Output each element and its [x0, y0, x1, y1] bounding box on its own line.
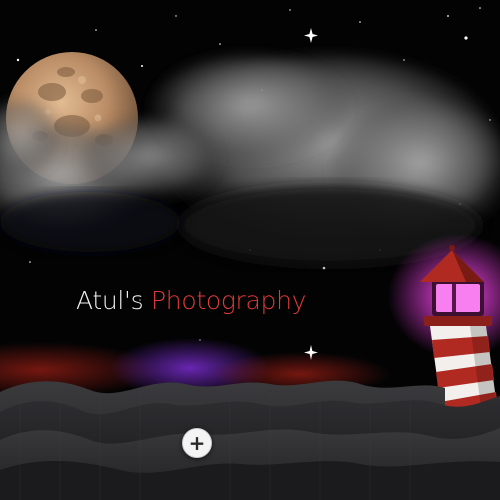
sea-waves — [0, 380, 500, 500]
plus-icon: + — [188, 431, 206, 455]
site-title: Atul's Photography — [76, 286, 306, 315]
add-button[interactable]: + — [182, 428, 212, 458]
night-scene — [0, 0, 500, 500]
site-title-photography: Photography — [151, 286, 307, 315]
site-title-name: Atul's — [76, 286, 144, 315]
